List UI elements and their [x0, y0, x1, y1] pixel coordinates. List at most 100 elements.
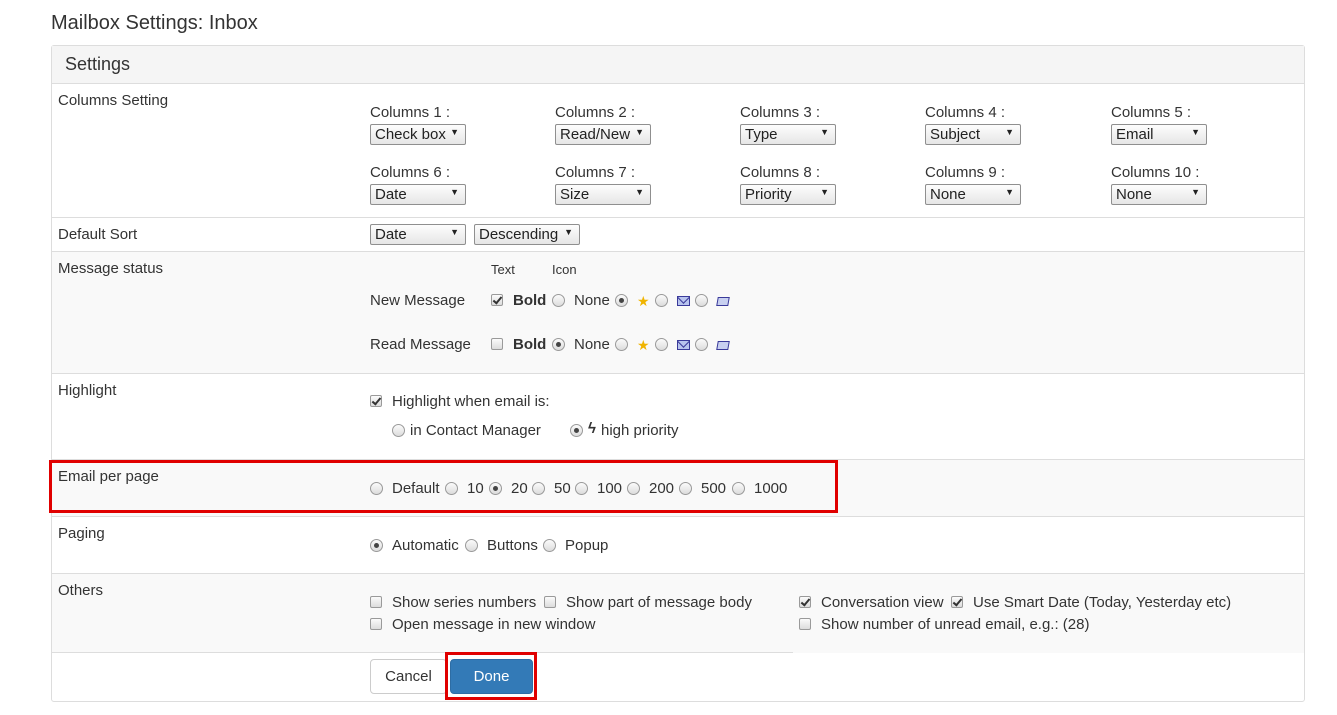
- message-status-label: Message status: [58, 260, 164, 277]
- smart-date-label: Use Smart Date (Today, Yesterday etc): [973, 594, 1232, 611]
- show-series-numbers-checkbox[interactable]: [370, 596, 382, 608]
- column-9-select[interactable]: None ▼: [925, 184, 1021, 205]
- paging-row: Paging Automatic Buttons Popup: [52, 517, 1304, 574]
- icon-column-header: Icon: [552, 262, 577, 277]
- high-priority-radio[interactable]: [570, 424, 583, 437]
- others-label: Others: [58, 582, 104, 599]
- message-status-row: Message status Text Icon New Message Bol…: [52, 252, 1304, 374]
- column-4-select[interactable]: Subject ▼: [925, 124, 1021, 145]
- envelope-icon: [677, 340, 690, 350]
- chevron-down-icon: ▼: [450, 187, 459, 197]
- column-6-label: Columns 6 :: [370, 164, 451, 181]
- column-10-value: None: [1116, 186, 1152, 203]
- new-message-mail-radio[interactable]: [655, 294, 668, 307]
- new-message-bold-label: Bold: [513, 292, 547, 309]
- read-message-reply-radio[interactable]: [695, 338, 708, 351]
- page-title: Mailbox Settings: Inbox: [51, 12, 258, 34]
- new-message-reply-radio[interactable]: [695, 294, 708, 307]
- paging-buttons-radio[interactable]: [465, 539, 478, 552]
- show-unread-count-checkbox[interactable]: [799, 618, 811, 630]
- others-row: Others Show series numbers Show part of …: [52, 574, 1304, 653]
- text-column-header: Text: [491, 262, 515, 277]
- column-2-label: Columns 2 :: [555, 104, 636, 121]
- conversation-view-checkbox[interactable]: [799, 596, 811, 608]
- new-message-bold-checkbox[interactable]: [491, 294, 503, 306]
- columns-setting-row: Columns Setting Columns 1 : Check box ▼ C…: [52, 84, 1304, 218]
- lightning-bolt-icon: ϟ: [588, 420, 596, 437]
- reply-envelope-icon: [716, 341, 730, 350]
- sort-order-select[interactable]: Descending ▼: [474, 224, 580, 245]
- star-icon: ★: [637, 293, 650, 309]
- open-new-window-checkbox[interactable]: [370, 618, 382, 630]
- column-5-label: Columns 5 :: [1111, 104, 1192, 121]
- chevron-down-icon: ▼: [635, 127, 644, 137]
- column-7-label: Columns 7 :: [555, 164, 636, 181]
- default-sort-row: Default Sort Date ▼ Descending ▼: [52, 218, 1304, 252]
- column-1-label: Columns 1 :: [370, 104, 451, 121]
- sort-field-value: Date: [375, 226, 407, 243]
- conversation-view-label: Conversation view: [821, 594, 944, 611]
- paging-label: Paging: [58, 525, 105, 542]
- column-4-value: Subject: [930, 126, 981, 143]
- read-message-bold-checkbox[interactable]: [491, 338, 503, 350]
- read-message-mail-radio[interactable]: [655, 338, 668, 351]
- column-7-select[interactable]: Size ▼: [555, 184, 651, 205]
- paging-popup-radio[interactable]: [543, 539, 556, 552]
- read-message-none-label: None: [574, 336, 610, 353]
- column-1-value: Check box: [375, 126, 446, 143]
- sort-field-select[interactable]: Date ▼: [370, 224, 466, 245]
- chevron-down-icon: ▼: [1191, 127, 1200, 137]
- column-8-label: Columns 8 :: [740, 164, 821, 181]
- show-part-body-checkbox[interactable]: [544, 596, 556, 608]
- chevron-down-icon: ▼: [564, 227, 573, 237]
- settings-panel: Settings Columns Setting Columns 1 : Che…: [51, 45, 1305, 702]
- contact-manager-radio[interactable]: [392, 424, 405, 437]
- open-new-window-label: Open message in new window: [392, 616, 596, 633]
- highlight-row: Highlight Highlight when email is: in Co…: [52, 374, 1304, 460]
- column-5-select[interactable]: Email ▼: [1111, 124, 1207, 145]
- column-2-select[interactable]: Read/New ▼: [555, 124, 651, 145]
- read-message-label: Read Message: [370, 336, 471, 353]
- read-message-star-radio[interactable]: [615, 338, 628, 351]
- contact-manager-label: in Contact Manager: [410, 422, 541, 439]
- column-7-value: Size: [560, 186, 590, 203]
- column-6-select[interactable]: Date ▼: [370, 184, 466, 205]
- read-message-none-radio[interactable]: [552, 338, 565, 351]
- paging-automatic-radio[interactable]: [370, 539, 383, 552]
- panel-title: Settings: [52, 46, 1304, 84]
- show-unread-count-label: Show number of unread email, e.g.: (28): [821, 616, 1090, 633]
- column-8-value: Priority: [745, 186, 792, 203]
- email-per-page-highlight: [49, 460, 838, 513]
- column-1-select[interactable]: Check box ▼: [370, 124, 466, 145]
- column-9-value: None: [930, 186, 966, 203]
- column-6-value: Date: [375, 186, 407, 203]
- chevron-down-icon: ▼: [635, 187, 644, 197]
- sort-order-value: Descending: [479, 226, 559, 243]
- highlight-label: Highlight: [58, 382, 117, 399]
- column-5-value: Email: [1116, 126, 1154, 143]
- read-message-bold-label: Bold: [513, 336, 547, 353]
- highlight-checkbox[interactable]: [370, 395, 382, 407]
- column-3-label: Columns 3 :: [740, 104, 821, 121]
- column-8-select[interactable]: Priority ▼: [740, 184, 836, 205]
- smart-date-checkbox[interactable]: [951, 596, 963, 608]
- column-10-label: Columns 10 :: [1111, 164, 1200, 181]
- paging-popup-label: Popup: [565, 537, 609, 554]
- new-message-none-radio[interactable]: [552, 294, 565, 307]
- column-10-select[interactable]: None ▼: [1111, 184, 1207, 205]
- star-icon: ★: [637, 337, 650, 353]
- column-3-value: Type: [745, 126, 778, 143]
- new-message-star-radio[interactable]: [615, 294, 628, 307]
- default-sort-label: Default Sort: [58, 226, 138, 243]
- cancel-button[interactable]: Cancel: [370, 659, 447, 694]
- new-message-none-label: None: [574, 292, 610, 309]
- show-part-body-label: Show part of message body: [566, 594, 752, 611]
- column-4-label: Columns 4 :: [925, 104, 1006, 121]
- chevron-down-icon: ▼: [1005, 127, 1014, 137]
- highlight-checkbox-label: Highlight when email is:: [392, 393, 550, 410]
- reply-envelope-icon: [716, 297, 730, 306]
- high-priority-label: high priority: [601, 422, 679, 439]
- column-3-select[interactable]: Type ▼: [740, 124, 836, 145]
- paging-buttons-label: Buttons: [487, 537, 538, 554]
- divider: [52, 652, 793, 653]
